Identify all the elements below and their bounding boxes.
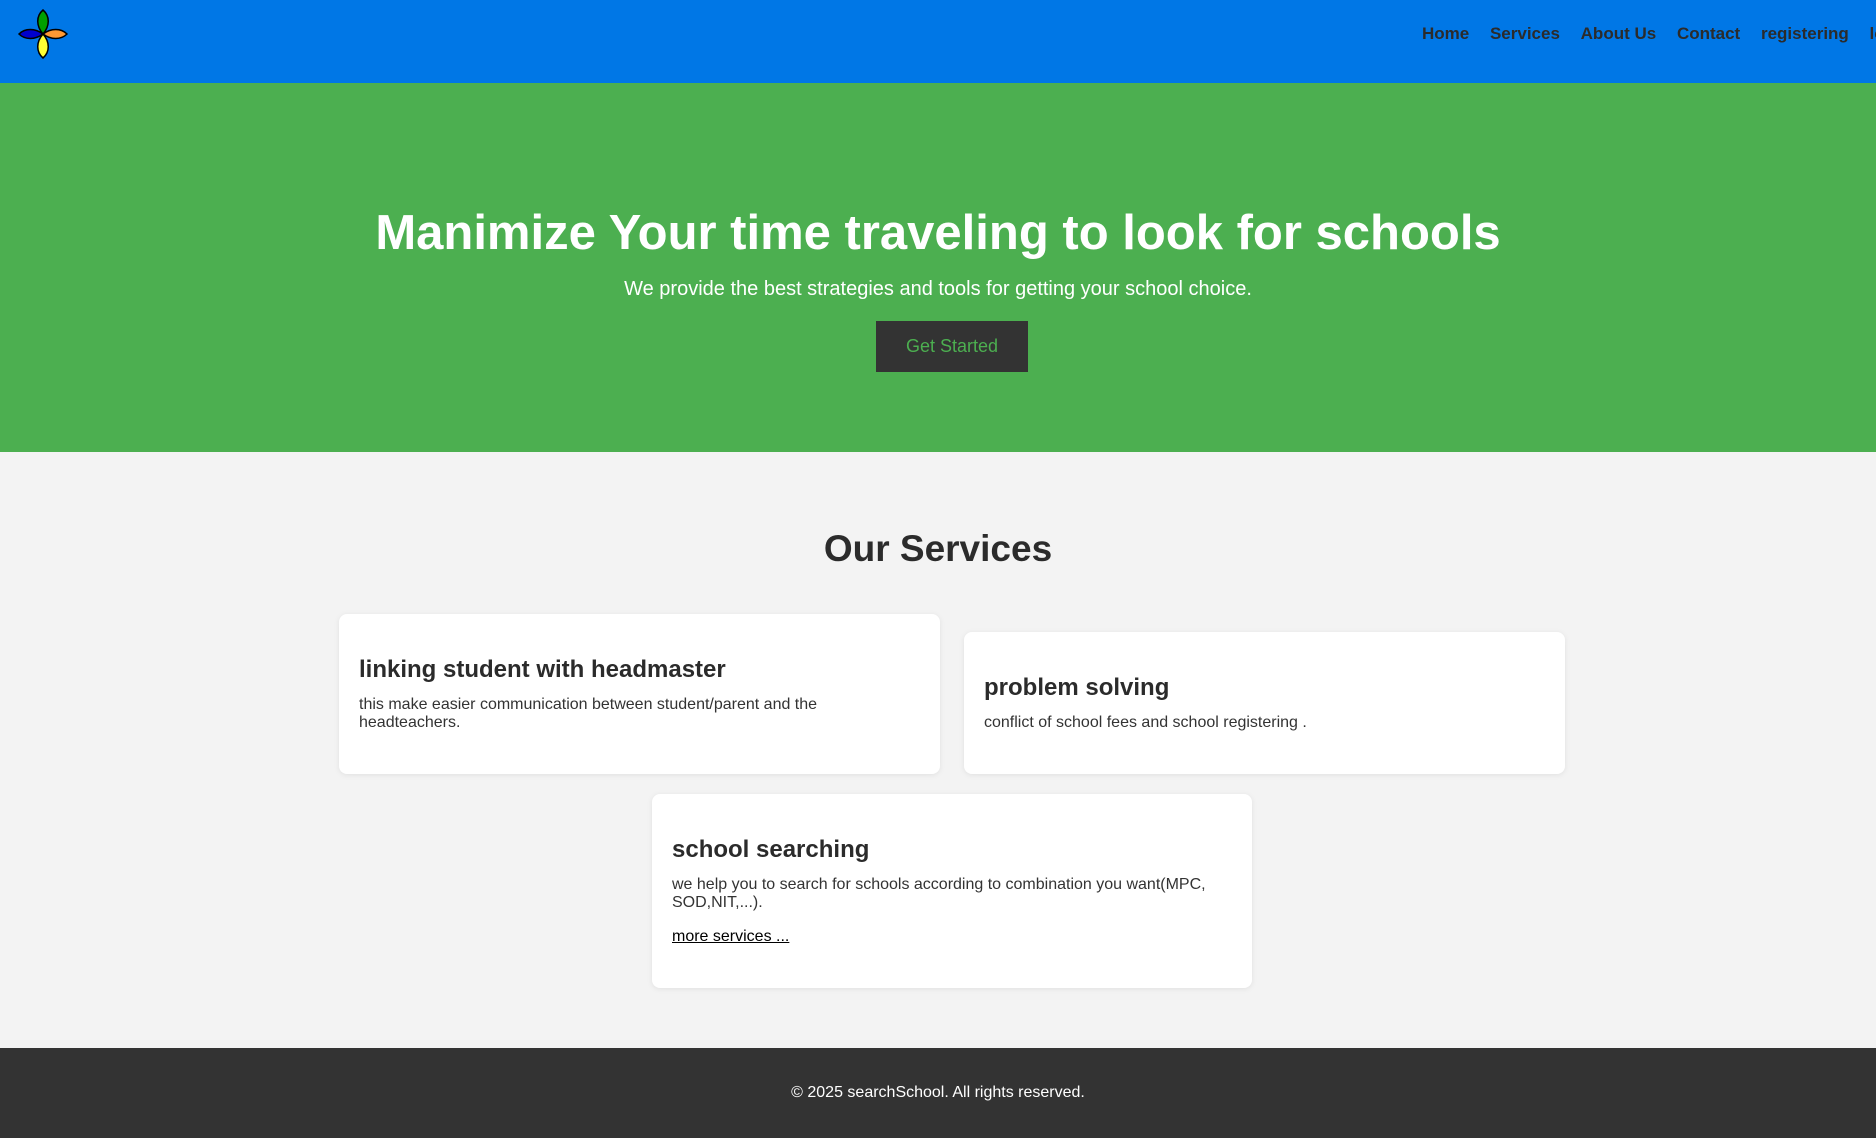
nav-link-login[interactable]: login [1870, 24, 1876, 44]
site-footer: © 2025 searchSchool. All rights reserved… [0, 1048, 1876, 1138]
get-started-button[interactable]: Get Started [876, 321, 1028, 372]
service-card-text: conflict of school fees and school regis… [984, 714, 1307, 731]
nav-link-home[interactable]: Home [1422, 24, 1469, 44]
hero-title: Manimize Your time traveling to look for… [375, 206, 1501, 260]
service-card-problem-solving: problem solving conflict of school fees … [964, 632, 1565, 774]
hero-subtitle: We provide the best strategies and tools… [624, 278, 1252, 300]
nav-link-contact[interactable]: Contact [1677, 24, 1740, 44]
service-card-text: we help you to search for schools accord… [672, 876, 1206, 911]
nav-link-registering[interactable]: registering [1761, 24, 1849, 44]
service-card-title: problem solving [984, 674, 1170, 701]
nav-link-services[interactable]: Services [1490, 24, 1560, 44]
service-card-title: linking student with headmaster [359, 656, 726, 683]
services-title: Our Services [823, 528, 1053, 569]
service-card-linking: linking student with headmaster this mak… [339, 614, 940, 774]
main-nav: Home Services About Us Contact registeri… [1414, 24, 1876, 44]
service-card-school-searching: school searching we help you to search f… [652, 794, 1252, 988]
four-petal-logo-icon[interactable] [16, 8, 70, 60]
more-services-link[interactable]: more services ... [672, 928, 789, 946]
copyright-text: © 2025 searchSchool. All rights reserved… [791, 1084, 1085, 1101]
nav-link-about-us[interactable]: About Us [1581, 24, 1657, 44]
hero-section: Manimize Your time traveling to look for… [0, 83, 1876, 452]
service-card-text: this make easier communication between s… [359, 696, 818, 731]
service-card-title: school searching [672, 836, 870, 863]
site-header: Home Services About Us Contact registeri… [0, 0, 1876, 83]
